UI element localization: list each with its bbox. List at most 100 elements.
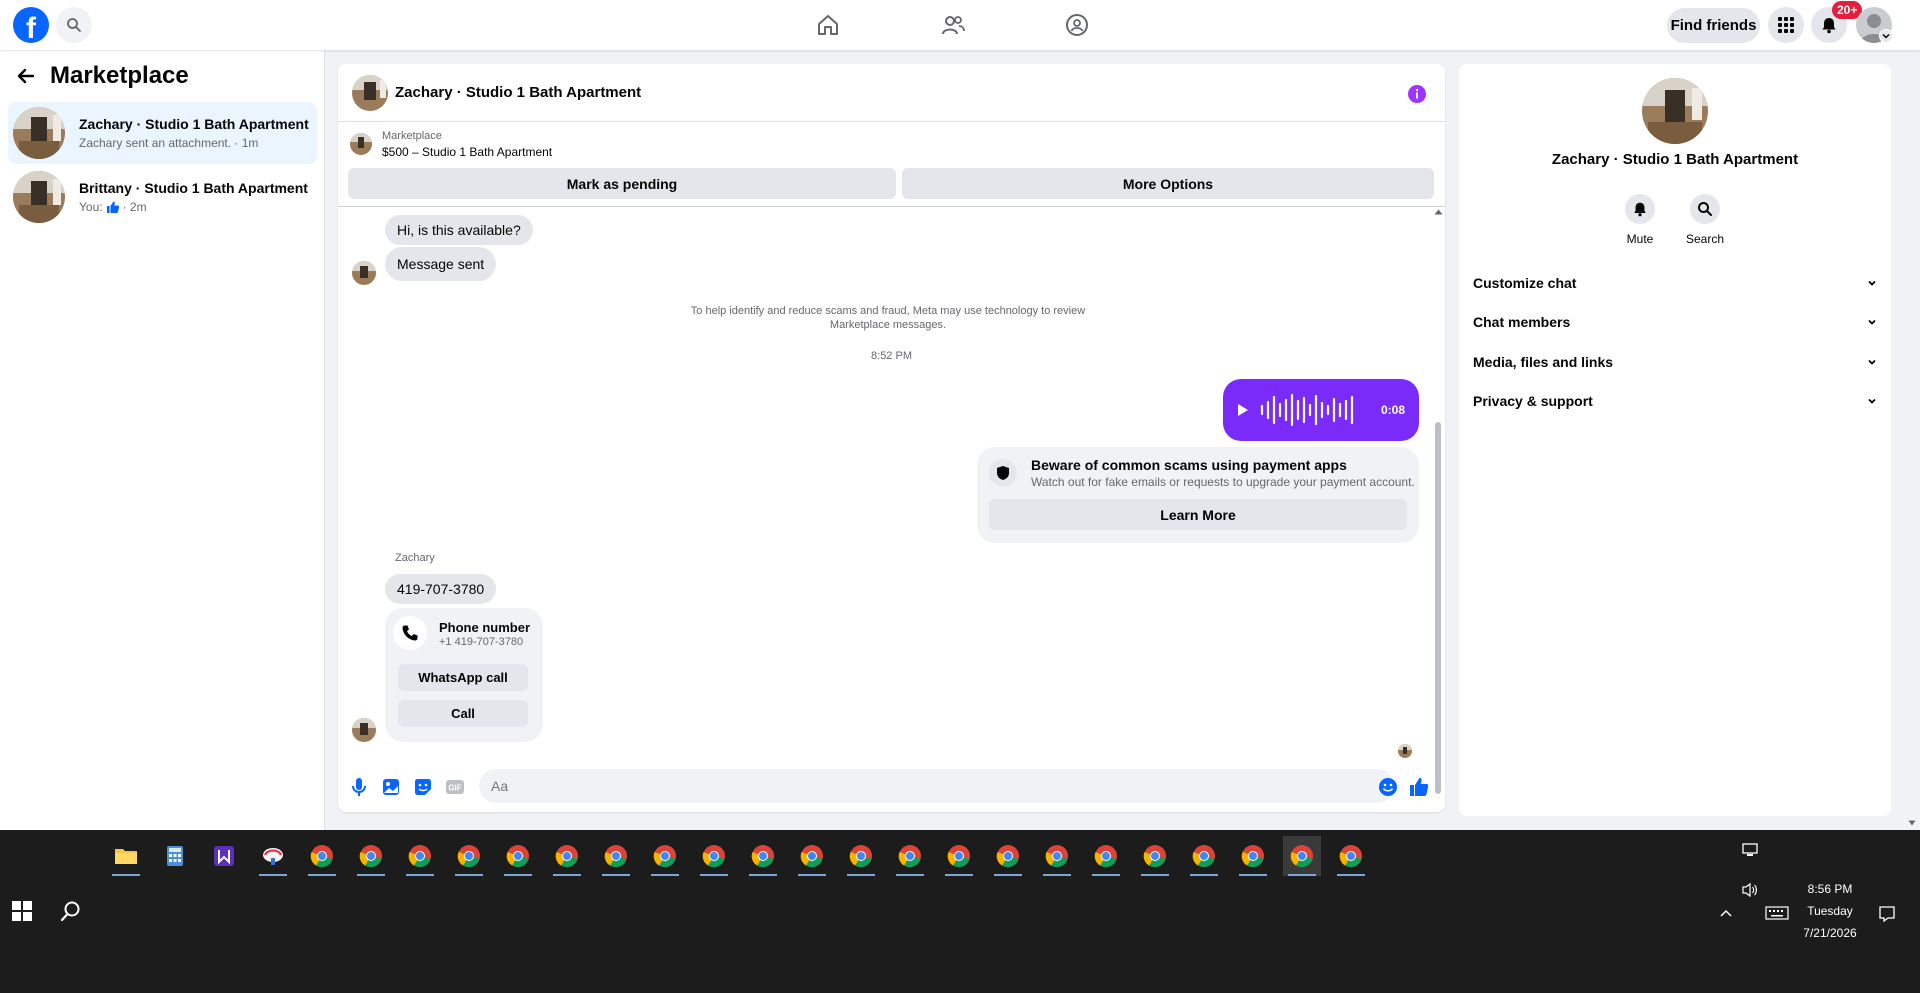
section-label: Media, files and links — [1473, 354, 1614, 370]
learn-more-button[interactable]: Learn More — [989, 499, 1407, 530]
menu-grid-icon — [1778, 17, 1794, 33]
marketplace-header: Marketplace — [16, 62, 189, 90]
chrome-icon[interactable] — [891, 836, 929, 876]
search-icon — [67, 18, 81, 32]
thumbs-up-icon[interactable] — [1408, 776, 1430, 798]
facebook-logo[interactable]: f — [13, 7, 49, 43]
gif-icon[interactable]: GIF — [444, 776, 466, 798]
chrome-icon[interactable] — [793, 836, 831, 876]
chrome-icon[interactable] — [646, 836, 684, 876]
home-icon[interactable] — [815, 12, 841, 38]
search-button[interactable] — [56, 7, 92, 43]
taskbar-clock[interactable]: 8:56 PM Tuesday 7/21/2026 — [1795, 878, 1865, 944]
menu-button[interactable] — [1768, 7, 1804, 43]
section-label: Privacy & support — [1473, 393, 1593, 409]
chrome-icon[interactable] — [303, 836, 341, 876]
conversation-preview-prefix: You: — [79, 200, 103, 214]
friends-icon[interactable] — [940, 12, 966, 38]
chrome-icon[interactable] — [842, 836, 880, 876]
message-input[interactable] — [479, 769, 1394, 803]
chrome-icon[interactable] — [1038, 836, 1076, 876]
volume-icon[interactable] — [1741, 882, 1759, 898]
section-privacy-support[interactable]: Privacy & support — [1473, 386, 1877, 416]
conversation-item-brittany[interactable]: Brittany · Studio 1 Bath Apartment You: … — [8, 166, 317, 228]
app-icon-purple[interactable] — [205, 836, 243, 876]
find-friends-button[interactable]: Find friends — [1667, 8, 1760, 43]
phone-card-title: Phone number — [439, 620, 531, 635]
chat-scrollbar[interactable] — [1432, 207, 1445, 794]
phone-icon — [393, 616, 427, 650]
waveform-icon — [1260, 393, 1354, 427]
scam-warning-title: Beware of common scams using payment app… — [1031, 457, 1347, 473]
page-scrollbar[interactable] — [1904, 50, 1920, 830]
chat-avatar[interactable] — [352, 75, 388, 111]
chrome-icon[interactable] — [450, 836, 488, 876]
section-media-files-links[interactable]: Media, files and links — [1473, 347, 1877, 377]
chrome-icon[interactable] — [1234, 836, 1272, 876]
bell-icon — [1634, 202, 1646, 217]
chrome-icon[interactable] — [1136, 836, 1174, 876]
details-name: Zachary · Studio 1 Bath Apartment — [1551, 151, 1799, 168]
section-customize-chat[interactable]: Customize chat — [1473, 268, 1877, 298]
chrome-icon-active[interactable] — [1283, 836, 1321, 876]
sticker-icon[interactable] — [412, 776, 434, 798]
windows-start-icon[interactable] — [11, 900, 33, 922]
message-timestamp: 8:52 PM — [871, 350, 912, 362]
chevron-up-icon[interactable] — [1719, 908, 1733, 918]
chat-title[interactable]: Zachary · Studio 1 Bath Apartment — [395, 84, 641, 101]
search-label: Search — [1685, 232, 1725, 246]
chrome-icon[interactable] — [1087, 836, 1125, 876]
bell-icon — [1822, 18, 1836, 34]
chrome-icon[interactable] — [499, 836, 537, 876]
account-caret[interactable] — [1879, 29, 1893, 43]
search-icon[interactable] — [60, 900, 82, 922]
chevron-down-icon — [1882, 33, 1890, 39]
keyboard-icon[interactable] — [1765, 906, 1789, 920]
chrome-icon[interactable] — [989, 836, 1027, 876]
mark-as-pending-button[interactable]: Mark as pending — [348, 168, 896, 199]
call-button[interactable]: Call — [398, 700, 528, 727]
chrome-icon[interactable] — [548, 836, 586, 876]
info-icon[interactable] — [1407, 84, 1427, 104]
play-icon[interactable] — [1237, 403, 1249, 417]
marketplace-inbox: Marketplace Zachary · Studio 1 Bath Apar… — [0, 50, 325, 830]
message-bubble: 419-707-3780 — [385, 574, 497, 604]
chrome-icon[interactable] — [1332, 836, 1370, 876]
chevron-down-icon — [1868, 280, 1876, 286]
section-chat-members[interactable]: Chat members — [1473, 307, 1877, 337]
shield-icon — [989, 459, 1017, 487]
scroll-thumb[interactable] — [1435, 422, 1441, 794]
desktop-icon[interactable] — [1742, 843, 1758, 857]
chrome-icon[interactable] — [744, 836, 782, 876]
scroll-up-icon[interactable] — [1434, 209, 1443, 215]
app-icon-cloud[interactable] — [254, 836, 292, 876]
top-navigation-bar: f Find friends 20+ — [0, 0, 1920, 50]
chrome-icon[interactable] — [597, 836, 635, 876]
microphone-icon[interactable] — [348, 776, 370, 798]
search-conversation-button[interactable]: Search — [1675, 194, 1735, 246]
chrome-icon[interactable] — [940, 836, 978, 876]
conversation-item-zachary[interactable]: Zachary · Studio 1 Bath Apartment Zachar… — [8, 102, 317, 164]
clock-date: 7/21/2026 — [1803, 926, 1857, 940]
seen-avatar — [1398, 744, 1412, 758]
chrome-icon[interactable] — [352, 836, 390, 876]
file-explorer-icon[interactable] — [107, 836, 145, 876]
listing-price-title[interactable]: $500 – Studio 1 Bath Apartment — [382, 145, 552, 159]
scroll-down-icon[interactable] — [1908, 820, 1916, 826]
chrome-icon[interactable] — [1185, 836, 1223, 876]
chrome-icon[interactable] — [695, 836, 733, 876]
calculator-icon[interactable] — [156, 836, 194, 876]
voice-message[interactable]: 0:08 — [1223, 379, 1419, 441]
message-bubble: Message sent — [385, 247, 497, 281]
emoji-icon[interactable] — [1377, 776, 1399, 798]
mute-button[interactable]: Mute — [1610, 194, 1670, 246]
section-label: Customize chat — [1473, 275, 1577, 291]
photo-icon[interactable] — [380, 776, 402, 798]
back-arrow-icon[interactable] — [16, 66, 36, 86]
more-options-button[interactable]: More Options — [902, 168, 1434, 199]
notification-center-icon[interactable] — [1878, 905, 1896, 923]
groups-icon[interactable] — [1064, 12, 1090, 38]
chevron-down-icon — [1868, 359, 1876, 365]
whatsapp-call-button[interactable]: WhatsApp call — [398, 664, 528, 691]
chrome-icon[interactable] — [401, 836, 439, 876]
